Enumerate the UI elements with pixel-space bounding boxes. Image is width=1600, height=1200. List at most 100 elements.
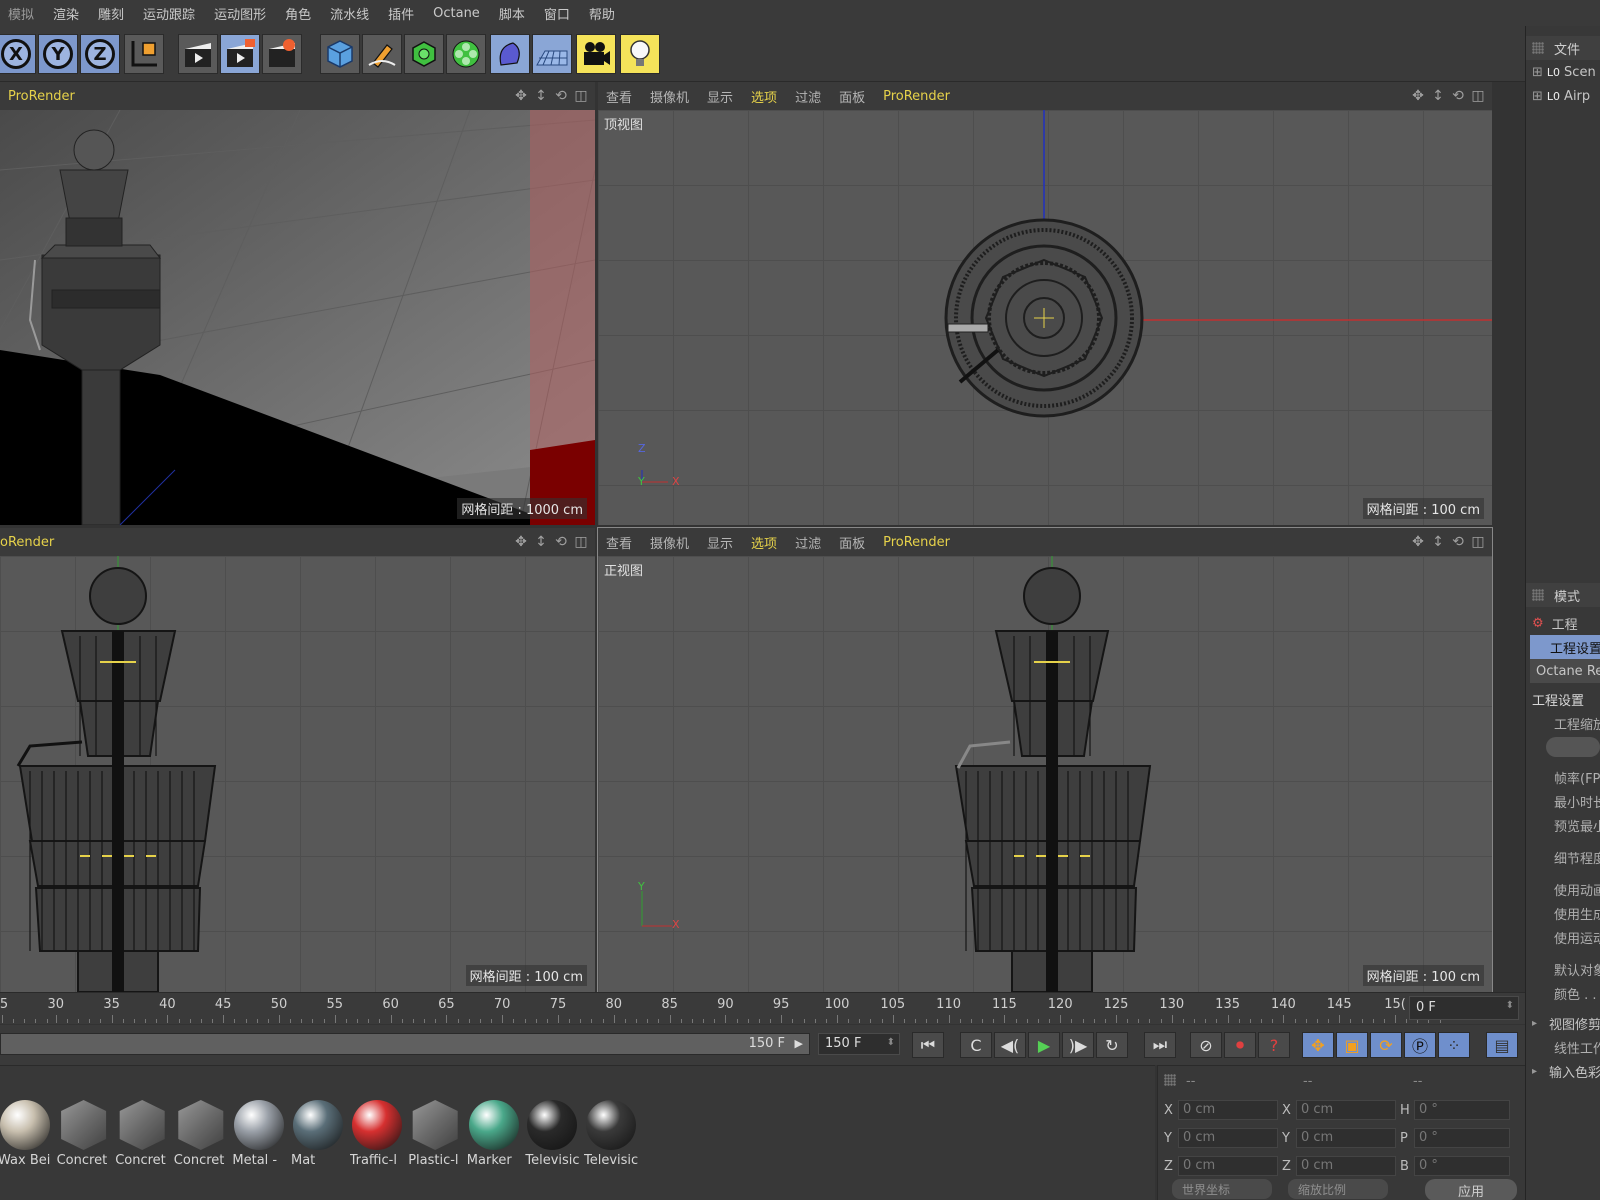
right-canvas[interactable]: 网格间距 : 100 cm (0, 556, 595, 992)
expand-arrow-icon[interactable]: ▸ (1532, 1066, 1537, 1077)
camera-button[interactable] (576, 34, 616, 74)
render-view-button[interactable] (178, 34, 218, 74)
front-canvas[interactable]: 正视图 Y X 网格间距 : 100 cm (598, 556, 1492, 992)
pen-tool-button[interactable] (362, 34, 402, 74)
previous-frame-button[interactable]: ◀( (994, 1032, 1026, 1058)
size-x-field[interactable]: 0 cm (1296, 1100, 1396, 1120)
expand-icon[interactable]: ⊞ (1532, 89, 1543, 104)
move-view-icon[interactable]: ✥ (1410, 88, 1426, 104)
material-swatch[interactable]: Traffic-l (350, 1098, 404, 1174)
coordinate-system-button[interactable] (124, 34, 164, 74)
filter-menu[interactable]: 过滤 (795, 533, 821, 552)
top-canvas[interactable]: 顶视图 Z Y X 网格间距 : 100 cm (598, 110, 1492, 525)
play-button[interactable]: ▶ (1028, 1032, 1060, 1058)
record-parameter-button[interactable]: Ⓟ (1404, 1032, 1436, 1058)
file-tab[interactable]: 文件 (1554, 39, 1580, 58)
stepper-icon[interactable]: ⬍ (887, 1037, 895, 1048)
material-swatch[interactable]: Televisic (525, 1098, 579, 1174)
move-view-icon[interactable]: ✥ (513, 88, 529, 104)
object-row[interactable]: ⊞ L0 Airp (1526, 84, 1600, 108)
object-name[interactable]: Scen (1564, 65, 1596, 80)
coordinate-system-select[interactable]: 世界坐标 (1172, 1179, 1272, 1199)
view-menu[interactable]: 查看 (606, 87, 632, 106)
menu-help[interactable]: 帮助 (589, 4, 615, 23)
scrub-arrow-icon[interactable]: ▶ (795, 1037, 803, 1050)
expand-arrow-icon[interactable]: ▸ (1532, 1018, 1537, 1029)
previous-key-button[interactable]: C (960, 1032, 992, 1058)
move-view-icon[interactable]: ✥ (513, 534, 529, 550)
prorender-menu[interactable]: ProRender (8, 89, 75, 104)
z-axis-lock-button[interactable]: Z (80, 34, 120, 74)
apply-button[interactable]: 应用 (1425, 1179, 1517, 1200)
position-z-field[interactable]: 0 cm (1178, 1156, 1278, 1176)
rotation-p-field[interactable]: 0 ° (1414, 1128, 1510, 1148)
top-viewport[interactable]: 查看 摄像机 显示 选项 过滤 面板 ProRender ✥ ↕ ⟲ ◫ 顶视图… (598, 82, 1492, 525)
render-settings-button[interactable] (262, 34, 302, 74)
timeline-scrubber[interactable]: 150 F ▶ (0, 1033, 810, 1055)
filter-menu[interactable]: 过滤 (795, 87, 821, 106)
next-key-button[interactable]: ↻ (1096, 1032, 1128, 1058)
stepper-icon[interactable]: ⬍ (1506, 1000, 1514, 1011)
perspective-canvas[interactable]: 网格间距 : 1000 cm (0, 109, 595, 525)
tab-project-settings[interactable]: 工程设置 (1530, 635, 1600, 659)
prorender-menu[interactable]: oRender (0, 535, 54, 550)
record-point-level-button[interactable]: ⁘ (1438, 1032, 1470, 1058)
menu-plugins[interactable]: 插件 (388, 4, 414, 23)
menu-octane[interactable]: Octane (433, 6, 480, 21)
mode-tab[interactable]: 模式 (1554, 586, 1580, 605)
panel-grip-icon[interactable] (1532, 42, 1544, 54)
add-cube-button[interactable] (320, 34, 360, 74)
options-menu[interactable]: 选项 (751, 533, 777, 552)
subdivision-surface-button[interactable] (404, 34, 444, 74)
menu-pipeline[interactable]: 流水线 (330, 4, 369, 23)
options-menu[interactable]: 选项 (751, 87, 777, 106)
deformer-button[interactable] (490, 34, 530, 74)
auto-key-button[interactable]: ? (1258, 1032, 1290, 1058)
cloner-button[interactable] (446, 34, 486, 74)
panel-grip-icon[interactable] (1532, 589, 1544, 601)
expand-icon[interactable]: ⊞ (1532, 65, 1543, 80)
timeline-ruler[interactable]: 5 30 35 40 45 50 55 60 65 70 75 80 85 90 95 100 105 110 11… (0, 992, 1525, 1024)
maximize-view-icon[interactable]: ◫ (1470, 534, 1486, 550)
position-x-field[interactable]: 0 cm (1178, 1100, 1278, 1120)
timeline-window-button[interactable]: ▤ (1486, 1032, 1518, 1058)
rotation-h-field[interactable]: 0 ° (1414, 1100, 1510, 1120)
object-name[interactable]: Airp (1564, 89, 1590, 104)
view-clipping-row[interactable]: ▸ 视图修剪 (1526, 1011, 1600, 1035)
rotate-view-icon[interactable]: ⟲ (553, 534, 569, 550)
material-swatch[interactable]: Concret (115, 1098, 169, 1174)
prorender-menu[interactable]: ProRender (883, 535, 950, 550)
input-color-row[interactable]: ▸ 输入色彩 (1526, 1059, 1600, 1083)
material-swatch[interactable]: Concret (57, 1098, 111, 1174)
camera-menu[interactable]: 摄像机 (650, 87, 689, 106)
tab-octane-render[interactable]: Octane Re (1530, 659, 1600, 683)
goto-end-button[interactable]: ⏭ (1144, 1032, 1176, 1058)
menu-motion-tracking[interactable]: 运动跟踪 (143, 4, 195, 23)
material-swatch[interactable]: Wax Bei (0, 1098, 52, 1174)
next-frame-button[interactable]: )▶ (1062, 1032, 1094, 1058)
menu-render[interactable]: 渲染 (53, 4, 79, 23)
floor-button[interactable] (532, 34, 572, 74)
material-swatch[interactable]: Metal - (232, 1098, 286, 1174)
zoom-view-icon[interactable]: ↕ (533, 534, 549, 550)
display-menu[interactable]: 显示 (707, 533, 733, 552)
render-picture-viewer-button[interactable] (220, 34, 260, 74)
light-button[interactable] (620, 34, 660, 74)
max-frame-field[interactable]: 150 F ⬍ (818, 1033, 900, 1055)
rotate-view-icon[interactable]: ⟲ (1450, 534, 1466, 550)
menu-simulate[interactable]: 模拟 (8, 4, 34, 23)
material-swatch[interactable]: Mat (291, 1098, 345, 1174)
menu-sculpt[interactable]: 雕刻 (98, 4, 124, 23)
view-menu[interactable]: 查看 (606, 533, 632, 552)
record-scale-button[interactable]: ▣ (1336, 1032, 1368, 1058)
size-y-field[interactable]: 0 cm (1296, 1128, 1396, 1148)
size-z-field[interactable]: 0 cm (1296, 1156, 1396, 1176)
record-button[interactable]: ⏺ (1224, 1032, 1256, 1058)
camera-menu[interactable]: 摄像机 (650, 533, 689, 552)
panel-grip-icon[interactable] (1164, 1074, 1176, 1086)
zoom-view-icon[interactable]: ↕ (1430, 88, 1446, 104)
rotate-view-icon[interactable]: ⟲ (553, 88, 569, 104)
panel-menu[interactable]: 面板 (839, 533, 865, 552)
maximize-view-icon[interactable]: ◫ (1470, 88, 1486, 104)
move-view-icon[interactable]: ✥ (1410, 534, 1426, 550)
